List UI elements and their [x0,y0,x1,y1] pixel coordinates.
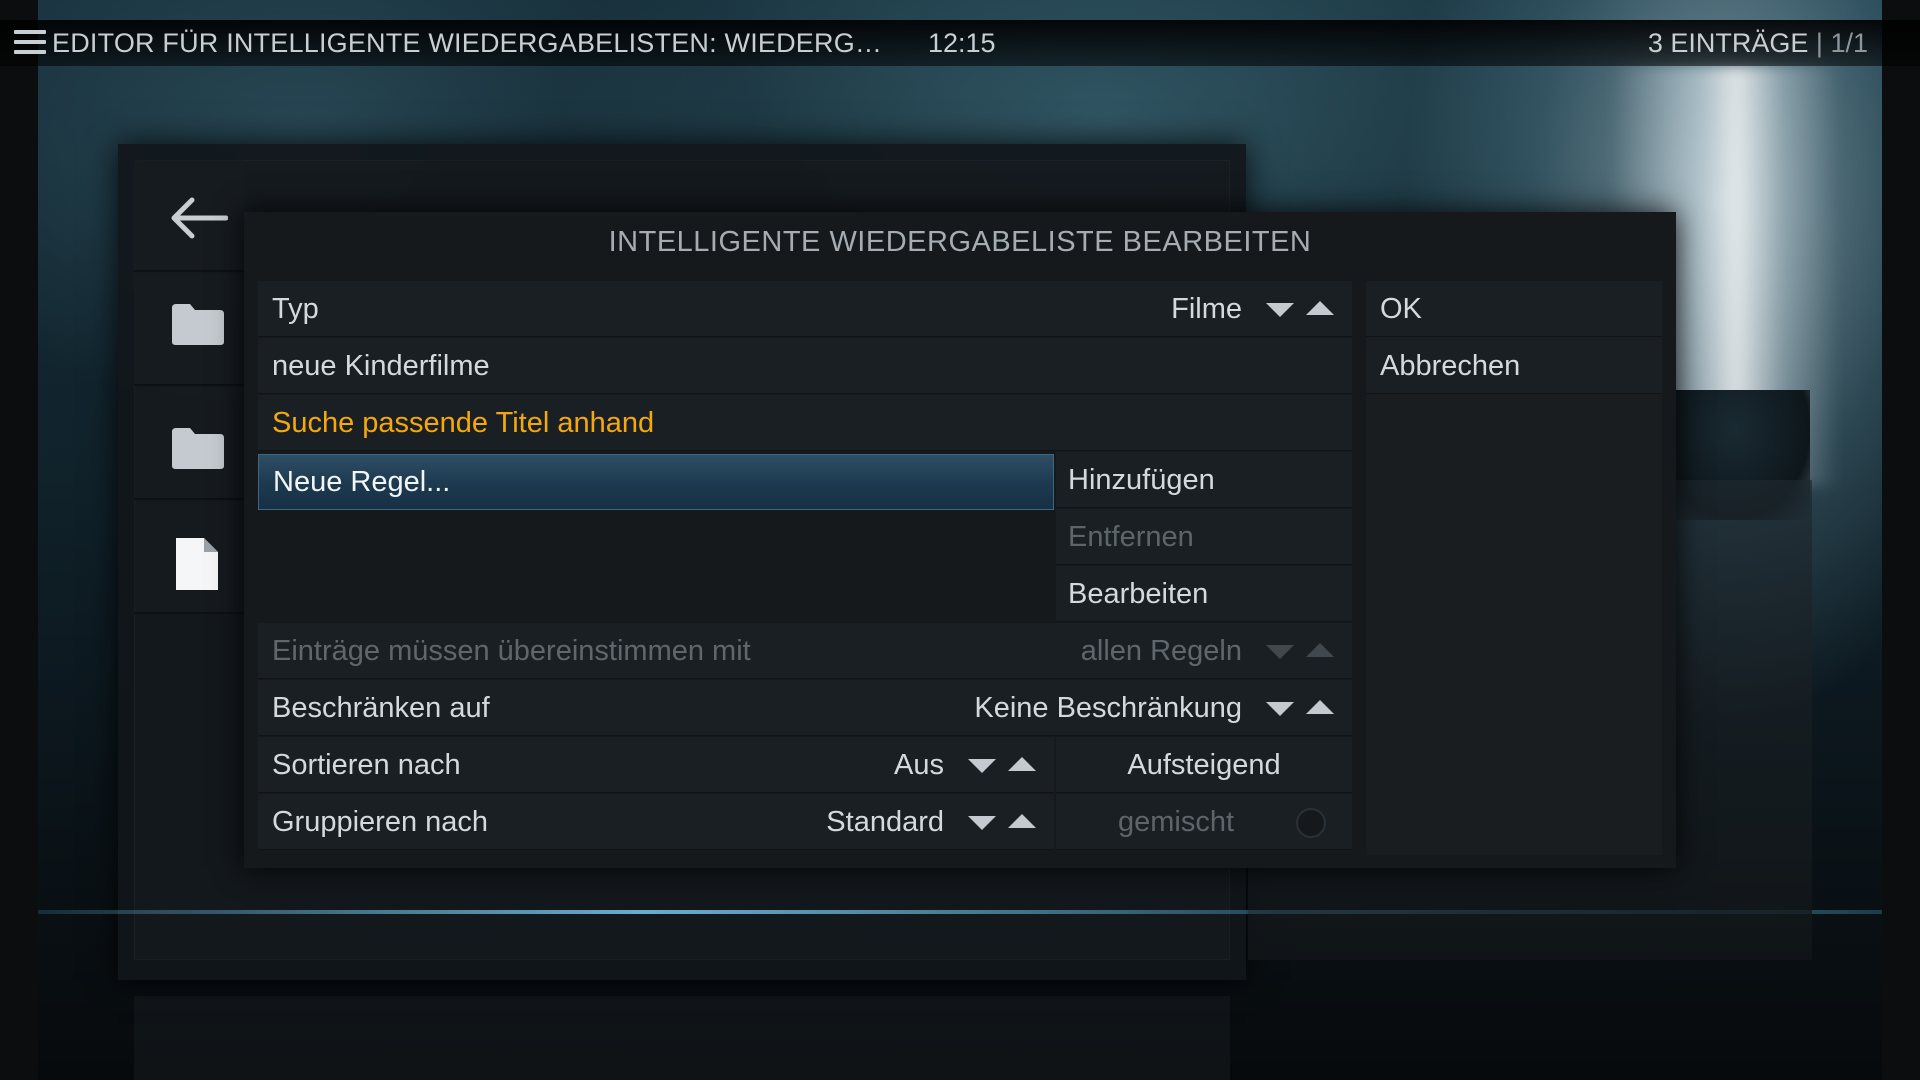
back-arrow-icon [171,197,228,239]
remove-rule-label: Entfernen [1068,521,1194,553]
spin-down-icon[interactable] [968,759,996,773]
nav-file[interactable] [134,502,244,614]
separator: | [1808,28,1831,58]
add-rule-button[interactable]: Hinzufügen [1056,452,1352,508]
mixed-label: gemischt [1117,806,1235,838]
sort-spinner[interactable] [968,755,1038,779]
sort-row[interactable]: Sortieren nach Aus [258,737,1054,793]
sort-label: Sortieren nach [272,749,461,781]
window-title: EDITOR FÜR INTELLIGENTE WIEDERGABELISTEN… [52,28,892,58]
remove-rule-button[interactable]: Entfernen [1056,509,1352,565]
spin-up-icon[interactable] [1008,814,1036,828]
cancel-button[interactable]: Abbrechen [1366,338,1662,394]
limit-row[interactable]: Beschränken auf Keine Beschränkung [258,680,1352,736]
cancel-label: Abbrechen [1380,350,1521,382]
item-count-label: 3 EINTRÄGE [1647,28,1809,58]
group-label: Gruppieren nach [272,806,489,838]
spin-up-icon[interactable] [1306,301,1334,315]
backdrop-lower-panel [134,996,1230,1080]
limit-label: Beschränken auf [272,692,490,724]
horizon-glow [38,910,1248,914]
group-row[interactable]: Gruppieren nach Standard [258,794,1054,850]
item-count: 3 EINTRÄGE | 1/1 [1648,28,1868,59]
spin-up-icon[interactable] [1306,700,1334,714]
nav-back[interactable] [134,160,244,272]
match-label: Einträge müssen übereinstimmen mit [272,635,751,667]
mixed-radio-icon[interactable] [1296,808,1326,838]
edit-rule-label: Bearbeiten [1068,578,1209,610]
dialog-buttons: OK Abbrechen [1366,281,1662,855]
playlist-name: neue Kinderfilme [272,350,490,382]
limit-spinner[interactable] [1266,698,1336,722]
side-nav [134,160,244,620]
rules-header: Suche passende Titel anhand [272,407,655,439]
folder-icon [172,304,224,345]
sort-direction-button[interactable]: Aufsteigend [1056,737,1352,793]
hamburger-menu-icon[interactable] [14,28,46,56]
match-value: allen Regeln [1080,635,1242,667]
group-spinner[interactable] [968,812,1038,836]
playlist-name-row[interactable]: neue Kinderfilme [258,338,1352,394]
sort-direction-label: Aufsteigend [1127,749,1281,781]
sort-value: Aus [894,749,944,781]
new-rule-item[interactable]: Neue Regel... [258,454,1054,510]
file-icon [176,538,218,590]
dialog-title: INTELLIGENTE WIEDERGABELISTE BEARBEITEN [608,226,1312,258]
mixed-toggle[interactable]: gemischt [1056,794,1352,850]
clock: 12:15 [928,28,996,58]
ok-label: OK [1380,293,1422,325]
group-value: Standard [826,806,944,838]
add-rule-label: Hinzufügen [1068,464,1215,496]
new-rule-label: Neue Regel... [273,466,451,498]
spin-down-icon[interactable] [1266,702,1294,716]
spin-down-icon[interactable] [1266,645,1294,659]
spin-down-icon[interactable] [1266,303,1294,317]
nav-folder-2[interactable] [134,388,244,500]
type-spinner[interactable] [1266,299,1336,323]
type-row[interactable]: Typ Filme [258,281,1352,337]
spin-down-icon[interactable] [968,816,996,830]
edit-rule-button[interactable]: Bearbeiten [1056,566,1352,622]
left-border [0,0,38,1080]
folder-icon [172,428,224,469]
limit-value: Keine Beschränkung [974,692,1242,724]
match-row[interactable]: Einträge müssen übereinstimmen mit allen… [258,623,1352,679]
rules-header-row: Suche passende Titel anhand [258,395,1352,451]
spin-up-icon[interactable] [1008,757,1036,771]
right-border [1882,0,1920,1080]
nav-folder-1[interactable] [134,274,244,386]
ok-button[interactable]: OK [1366,281,1662,337]
match-spinner[interactable] [1266,641,1336,665]
page-indicator: 1/1 [1830,28,1868,58]
type-label: Typ [272,293,319,325]
spin-up-icon[interactable] [1306,643,1334,657]
type-value: Filme [1171,293,1242,325]
